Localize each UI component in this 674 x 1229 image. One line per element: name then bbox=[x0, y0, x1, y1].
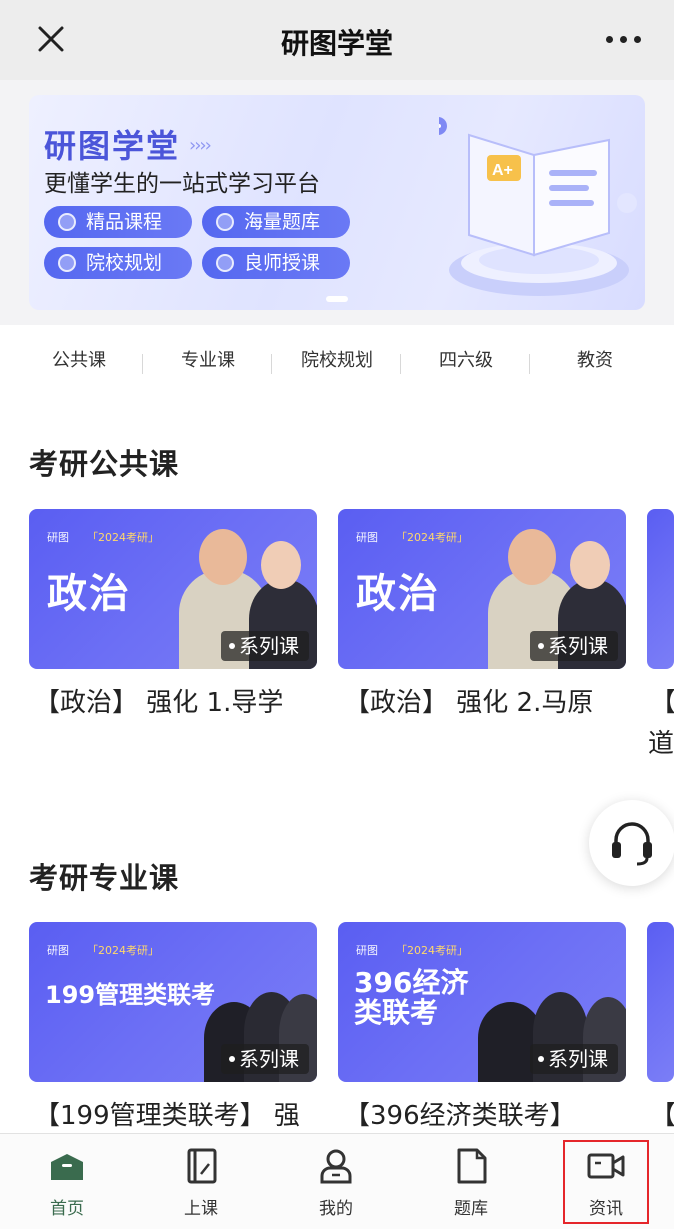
series-badge: 系列课 bbox=[221, 1044, 309, 1074]
course-card-partial[interactable] bbox=[647, 922, 674, 1082]
headset-icon bbox=[612, 822, 652, 866]
course-caption-partial: 【 bbox=[650, 1101, 674, 1131]
course-caption[interactable]: 【396经济类联考】 bbox=[344, 1095, 576, 1132]
banner-title: 研图学堂 bbox=[44, 127, 181, 165]
course-caption[interactable]: 【政治】 强化 1.导学 bbox=[34, 682, 283, 719]
tab-home[interactable]: 首页 bbox=[0, 1134, 134, 1229]
svg-text:A+: A+ bbox=[492, 162, 513, 179]
home-icon bbox=[51, 1154, 83, 1180]
document-icon bbox=[457, 1148, 487, 1184]
course-card[interactable]: 研图 「2024考研」 政治 系列课 bbox=[29, 509, 317, 669]
tab-classes[interactable]: 上课 bbox=[134, 1134, 268, 1229]
teacher-head bbox=[570, 541, 610, 589]
customer-service-button[interactable] bbox=[589, 800, 674, 886]
card-year: 「2024考研」 bbox=[87, 944, 159, 957]
banner-pill-questions: 海量题库 bbox=[202, 206, 350, 238]
course-card-partial[interactable] bbox=[647, 509, 674, 669]
course-caption[interactable]: 【政治】 强化 2.马原 bbox=[344, 682, 593, 719]
question-bank-icon bbox=[216, 213, 234, 231]
banner-area: 研图学堂 ›››› 更懂学生的一站式学习平台 精品课程 海量题库 院校规划 良师… bbox=[0, 80, 674, 325]
course-caption-partial: 【 bbox=[650, 688, 674, 718]
more-options-icon[interactable] bbox=[606, 36, 642, 46]
brand-logo: 研图 bbox=[356, 531, 378, 544]
carousel-indicator bbox=[326, 296, 348, 302]
course-caption-partial: 道 bbox=[648, 729, 674, 759]
card-subject: 199管理类联考 bbox=[45, 981, 216, 1009]
banner-pill-courses: 精品课程 bbox=[44, 206, 192, 238]
banner-pill-teachers: 良师授课 bbox=[202, 247, 350, 279]
course-card[interactable]: 研图 「2024考研」 政治 系列课 bbox=[338, 509, 626, 669]
course-card[interactable]: 研图 「2024考研」 396经济类联考 系列课 bbox=[338, 922, 626, 1082]
page-title: 研图学堂 bbox=[280, 27, 393, 60]
series-badge: 系列课 bbox=[530, 631, 618, 661]
top-bar: 研图学堂 bbox=[0, 0, 674, 80]
series-badge: 系列课 bbox=[530, 1044, 618, 1074]
card-subject: 政治 bbox=[47, 571, 131, 617]
promo-banner[interactable]: 研图学堂 ›››› 更懂学生的一站式学习平台 精品课程 海量题库 院校规划 良师… bbox=[29, 95, 645, 310]
card-year: 「2024考研」 bbox=[396, 531, 468, 544]
banner-pill-planning: 院校规划 bbox=[44, 247, 192, 279]
section-title-major: 考研专业课 bbox=[29, 861, 180, 895]
tab-question-bank[interactable]: 题库 bbox=[404, 1134, 538, 1229]
brand-logo: 研图 bbox=[47, 531, 69, 544]
card-year: 「2024考研」 bbox=[87, 531, 159, 544]
card-year: 「2024考研」 bbox=[396, 944, 468, 957]
series-badge: 系列课 bbox=[221, 631, 309, 661]
category-teacher-cert[interactable]: 教资 bbox=[530, 346, 660, 372]
book-illustration: A+ bbox=[439, 117, 637, 296]
teacher-icon bbox=[216, 254, 234, 272]
notebook-icon bbox=[187, 1148, 217, 1184]
person-icon bbox=[320, 1149, 352, 1184]
category-cet[interactable]: 四六级 bbox=[401, 346, 531, 372]
chevrons-icon: ›››› bbox=[189, 135, 212, 156]
planning-icon bbox=[58, 254, 76, 272]
category-tabs: 公共课 专业课 院校规划 四六级 教资 bbox=[0, 340, 674, 380]
course-caption[interactable]: 【199管理类联考】 强 bbox=[34, 1095, 300, 1132]
course-card[interactable]: 研图 「2024考研」 199管理类联考 系列课 bbox=[29, 922, 317, 1082]
teacher-head bbox=[199, 529, 247, 585]
category-school-planning[interactable]: 院校规划 bbox=[272, 346, 402, 372]
tab-me[interactable]: 我的 bbox=[269, 1134, 403, 1229]
course-icon bbox=[58, 213, 76, 231]
highlight-box bbox=[563, 1140, 649, 1224]
card-subject: 政治 bbox=[356, 571, 440, 617]
section-title-public: 考研公共课 bbox=[29, 447, 180, 481]
category-public[interactable]: 公共课 bbox=[14, 346, 144, 372]
category-major[interactable]: 专业课 bbox=[143, 346, 273, 372]
teacher-head bbox=[261, 541, 301, 589]
brand-logo: 研图 bbox=[356, 944, 378, 957]
teacher-head bbox=[508, 529, 556, 585]
card-subject: 396经济类联考 bbox=[354, 966, 469, 1029]
brand-logo: 研图 bbox=[47, 944, 69, 957]
banner-subtitle: 更懂学生的一站式学习平台 bbox=[44, 171, 320, 197]
